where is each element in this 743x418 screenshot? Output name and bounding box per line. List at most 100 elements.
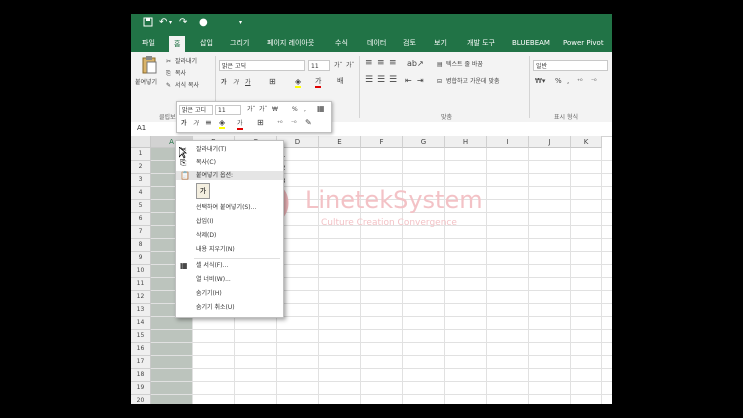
menu-item-copy[interactable]: 복사(C) [196,158,216,167]
font-size-dropdown[interactable]: 11 [308,60,330,71]
orientation-icon[interactable]: ab↗ [407,59,424,68]
font-name-dropdown[interactable]: 맑은 고딕 [219,60,305,71]
tab-power-pivot[interactable]: Power Pivot [563,37,604,49]
mini-currency-icon[interactable]: ₩ [272,105,278,114]
tab-file[interactable]: 파일 [142,37,155,49]
row-header-19[interactable]: 19 [131,382,151,395]
mini-decrease-decimal-icon[interactable]: ⁻⁰ [291,119,297,128]
row-header-1[interactable]: 1 [131,148,151,161]
mini-grow-font-icon[interactable]: 가ˆ [247,105,256,114]
copy-button[interactable]: 복사 [175,69,186,78]
undo-icon[interactable]: ↶ [159,17,167,29]
name-box[interactable]: A1 [135,123,173,135]
align-left-icon[interactable]: ☰ [365,76,373,85]
column-header-g[interactable]: G [403,136,445,148]
column-header-k[interactable]: K [571,136,602,148]
percent-icon[interactable]: % [555,77,562,86]
mini-format-icon[interactable]: ▦ [317,104,325,113]
tab-view[interactable]: 보기 [434,37,447,49]
row-header-20[interactable]: 20 [131,395,151,404]
tab-draw[interactable]: 그리기 [230,37,249,49]
undo-dropdown-icon[interactable]: ▾ [169,17,172,29]
mini-borders-icon[interactable]: ⊞ [257,118,264,127]
row-header-13[interactable]: 13 [131,304,151,317]
paste-icon[interactable] [141,56,157,78]
column-header-e[interactable]: E [319,136,361,148]
mini-fill-color-icon[interactable]: ◈ [219,118,226,129]
tab-review[interactable]: 검토 [403,37,416,49]
tab-home[interactable]: 홈 [169,36,186,52]
row-header-4[interactable]: 4 [131,187,151,200]
row-header-11[interactable]: 11 [131,278,151,291]
mini-bold-icon[interactable]: 가 [181,119,187,128]
borders-icon[interactable]: ⊞ [269,77,276,86]
tab-page-layout[interactable]: 페이지 레이아웃 [267,37,314,49]
column-header-f[interactable]: F [361,136,403,148]
menu-item-cut[interactable]: 잘라내기(T) [196,145,226,154]
menu-item-insert[interactable]: 삽입(I) [196,217,214,226]
menu-item-paste-special[interactable]: 선택하여 붙여넣기(S)... [196,203,256,212]
scissors-icon[interactable]: ✂ [166,57,171,66]
mini-font-color-icon[interactable]: 가 [237,119,243,130]
row-header-16[interactable]: 16 [131,343,151,356]
paste-option-button[interactable]: 가 [196,183,210,199]
tab-bluebeam[interactable]: BLUEBEAM [512,37,550,49]
wrap-text-icon[interactable]: ▤ [437,60,443,69]
decrease-decimal-icon[interactable]: ⁻⁰ [591,77,597,86]
underline-icon[interactable]: 가 [245,78,251,87]
comma-icon[interactable]: , [567,77,569,86]
column-header-j[interactable]: J [529,136,571,148]
row-header-3[interactable]: 3 [131,174,151,187]
row-header-7[interactable]: 7 [131,226,151,239]
menu-item-clear-contents[interactable]: 내용 지우기(N) [196,245,235,254]
row-header-18[interactable]: 18 [131,369,151,382]
mini-shrink-font-icon[interactable]: 가ˇ [259,105,268,114]
row-header-15[interactable]: 15 [131,330,151,343]
row-header-2[interactable]: 2 [131,161,151,174]
copy-icon[interactable]: ⎘ [166,69,171,78]
align-top-icon[interactable]: ≡ [365,59,373,68]
paste-button[interactable]: 붙여넣기 [135,78,157,87]
row-header-12[interactable]: 12 [131,291,151,304]
format-painter-icon[interactable]: ✎ [166,81,171,90]
menu-item-hide[interactable]: 숨기기(H) [196,289,222,298]
phonetic-icon[interactable]: 배 [337,77,343,86]
tab-data[interactable]: 데이터 [367,37,386,49]
increase-decimal-icon[interactable]: ⁺⁰ [577,77,583,86]
column-header-i[interactable]: I [487,136,529,148]
redo-icon[interactable]: ↷ [179,17,187,29]
mini-align-icon[interactable]: ≡ [205,118,212,127]
decrease-indent-icon[interactable]: ⇤ [405,76,412,85]
currency-icon[interactable]: ₩▾ [535,77,545,86]
number-format-dropdown[interactable]: 일반 [533,60,608,71]
align-center-icon[interactable]: ☰ [377,76,385,85]
font-color-icon[interactable]: 가 [315,77,322,88]
fill-color-icon[interactable]: ◈ [295,77,302,88]
select-all-corner[interactable] [131,136,151,148]
row-header-10[interactable]: 10 [131,265,151,278]
mini-font-name[interactable]: 맑은 고디 [179,105,213,115]
row-header-6[interactable]: 6 [131,213,151,226]
increase-indent-icon[interactable]: ⇥ [417,76,424,85]
mini-format-painter-icon[interactable]: ✎ [305,118,312,127]
grow-font-icon[interactable]: 가ˆ [334,61,343,70]
qat-customize-icon[interactable]: ▾ [239,17,242,29]
format-painter-button[interactable]: 서식 복사 [175,81,199,90]
menu-item-delete[interactable]: 삭제(D) [196,231,216,240]
bold-icon[interactable]: 가 [221,78,227,87]
menu-item-column-width[interactable]: 열 너비(W)... [196,275,231,284]
mini-italic-icon[interactable]: 가 [193,119,199,128]
mini-percent-icon[interactable]: % [292,105,298,114]
tab-formulas[interactable]: 수식 [335,37,348,49]
mini-increase-decimal-icon[interactable]: ⁺⁰ [277,119,283,128]
row-header-17[interactable]: 17 [131,356,151,369]
column-header-h[interactable]: H [445,136,487,148]
shrink-font-icon[interactable]: 가ˇ [346,61,355,70]
italic-icon[interactable]: 가 [233,78,239,87]
save-icon[interactable] [143,17,153,31]
align-right-icon[interactable]: ☰ [389,76,397,85]
merge-center-icon[interactable]: ⊟ [437,77,442,86]
align-bottom-icon[interactable]: ≡ [389,59,397,68]
merge-center-button[interactable]: 병합하고 가운데 맞춤 [446,77,500,86]
tab-insert[interactable]: 삽입 [200,37,213,49]
